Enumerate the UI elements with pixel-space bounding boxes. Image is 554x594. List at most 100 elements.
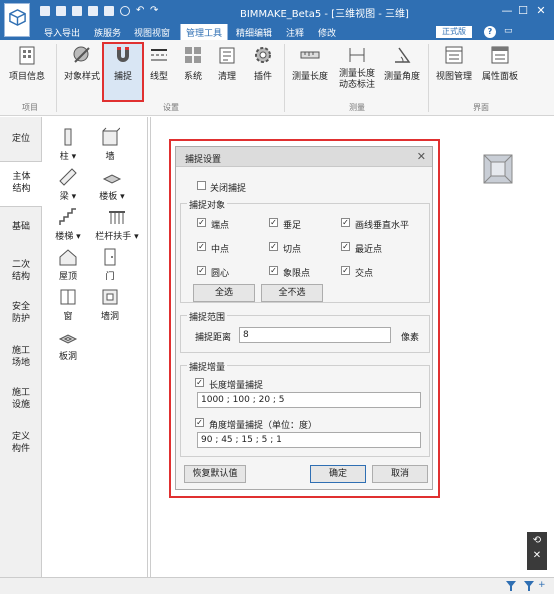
view-manager-button[interactable]: 视图管理	[434, 44, 474, 82]
center-checkbox[interactable]: ✓	[197, 266, 206, 275]
close-snap-checkbox[interactable]	[197, 181, 206, 190]
system-button[interactable]: 系统	[180, 44, 206, 82]
wall-button[interactable]: 墙	[92, 127, 128, 162]
menu-import-export[interactable]: 导入导出	[44, 26, 80, 39]
line-type-button[interactable]: 线型	[146, 44, 172, 82]
tab-construction-facility[interactable]: 施工 设施	[0, 387, 42, 411]
menu-view-window[interactable]: 视图视窗	[134, 26, 170, 39]
dimension-icon	[349, 48, 365, 62]
railing-button[interactable]: 栏杆扶手 ▾	[90, 207, 144, 242]
filter-icon[interactable]	[506, 581, 516, 591]
filter-selection-icon[interactable]	[524, 581, 534, 591]
open-file-icon[interactable]	[56, 6, 66, 16]
floor-button[interactable]: 楼板 ▾	[92, 167, 132, 202]
window-button[interactable]: 窗	[50, 287, 86, 322]
intersection-checkbox[interactable]: ✓	[341, 266, 350, 275]
tab-secondary-structure[interactable]: 二次 结构	[0, 259, 42, 283]
undo-icon[interactable]: ↶	[136, 6, 146, 16]
filter-plus-icon[interactable]: +	[538, 580, 546, 590]
tab-label: 构件	[11, 444, 30, 454]
quadrant-checkbox[interactable]: ✓	[269, 266, 278, 275]
tangent-checkbox[interactable]: ✓	[269, 242, 278, 251]
app-logo[interactable]	[4, 3, 30, 37]
tab-foundation[interactable]: 基础	[0, 221, 42, 233]
stop-icon[interactable]	[120, 6, 130, 16]
close-nav-icon[interactable]: ✕	[527, 546, 547, 561]
select-all-button[interactable]: 全选	[193, 284, 255, 302]
perpendicular-label: 垂足	[283, 221, 302, 231]
cancel-button[interactable]: 取消	[372, 465, 428, 483]
roof-icon	[59, 249, 77, 266]
snap-button[interactable]: 捕捉	[102, 42, 144, 102]
close-window-icon[interactable]: ✕	[534, 4, 548, 17]
angle-increment-input[interactable]: 90 ; 45 ; 15 ; 5 ; 1	[197, 432, 421, 448]
menu-fine-edit[interactable]: 精细编辑	[236, 26, 272, 39]
ribbon-label: 清理	[217, 72, 236, 82]
stairs-button[interactable]: 楼梯 ▾	[48, 207, 88, 242]
select-none-button[interactable]: 全不选	[261, 284, 323, 302]
nearest-checkbox[interactable]: ✓	[341, 242, 350, 251]
ribbon-separator	[284, 44, 285, 112]
save-icon[interactable]	[72, 6, 82, 16]
tab-label: 主体	[12, 172, 31, 182]
tab-custom-component[interactable]: 定义 构件	[0, 431, 42, 455]
tab-label: 防护	[11, 314, 30, 324]
measure-length-button[interactable]: 测量长度	[290, 44, 330, 82]
building-icon	[19, 46, 35, 65]
wall-opening-button[interactable]: 墙洞	[92, 287, 128, 322]
column-button[interactable]: 柱 ▾	[50, 127, 86, 162]
snap-distance-input[interactable]: 8	[239, 327, 391, 343]
new-file-icon[interactable]	[40, 6, 50, 16]
length-increment-checkbox[interactable]: ✓	[195, 378, 204, 387]
tab-construction-site[interactable]: 施工 场地	[0, 345, 42, 369]
component-label: 楼梯	[55, 232, 74, 242]
draw-orthogonal-checkbox[interactable]: ✓	[341, 218, 350, 227]
endpoint-checkbox[interactable]: ✓	[197, 218, 206, 227]
menu-annotation[interactable]: 注释	[286, 26, 304, 39]
redo-icon[interactable]: ↷	[150, 6, 160, 16]
maximize-icon[interactable]: ☐	[516, 4, 530, 17]
minimize-icon[interactable]: —	[500, 4, 514, 17]
length-increment-input[interactable]: 1000 ; 100 ; 20 ; 5	[197, 392, 421, 408]
group-label-project: 项目	[22, 103, 38, 112]
purge-button[interactable]: 清理	[214, 44, 240, 82]
export-icon[interactable]	[104, 6, 114, 16]
restore-defaults-button[interactable]: 恢复默认值	[184, 465, 246, 483]
menu-modify[interactable]: 修改	[318, 26, 336, 39]
view-manager-icon	[445, 46, 463, 64]
door-button[interactable]: 门	[92, 247, 128, 282]
perpendicular-checkbox[interactable]: ✓	[269, 218, 278, 227]
beam-button[interactable]: 梁 ▾	[50, 167, 86, 202]
nearest-label: 最近点	[355, 245, 383, 255]
menu-management-tools[interactable]: 管理工具	[180, 24, 229, 40]
plugin-button[interactable]: 插件	[250, 44, 276, 82]
status-bar: +	[0, 577, 554, 594]
tab-positioning[interactable]: 定位	[0, 133, 42, 145]
ok-button[interactable]: 确定	[310, 465, 366, 483]
column-icon	[64, 128, 72, 146]
beam-icon	[59, 168, 77, 186]
save-as-icon[interactable]	[88, 6, 98, 16]
tab-main-structure[interactable]: 主体 结构	[0, 161, 43, 207]
slab-opening-button[interactable]: 板洞	[50, 327, 86, 362]
tab-safety-protection[interactable]: 安全 防护	[0, 301, 42, 325]
measure-angle-button[interactable]: 测量角度	[382, 44, 422, 82]
intersection-label: 交点	[355, 269, 374, 279]
orbit-icon[interactable]: ⟲	[527, 532, 547, 546]
help-icon[interactable]: ?	[484, 26, 496, 38]
project-info-button[interactable]: 项目信息	[8, 44, 46, 82]
midpoint-checkbox[interactable]: ✓	[197, 242, 206, 251]
ruler-icon	[300, 51, 320, 59]
property-panel-button[interactable]: 属性面板	[480, 44, 520, 82]
roof-button[interactable]: 屋顶	[50, 247, 86, 282]
menu-family-service[interactable]: 族服务	[94, 26, 121, 39]
measure-dimension-button[interactable]: 测量长度 动态标注	[336, 44, 378, 91]
minimize-ribbon-icon[interactable]: ▭	[504, 26, 513, 36]
category-tabs: 定位 主体 结构 基础 二次 结构 安全 防护 施工 场地 施工 设施 定义 构…	[0, 117, 43, 577]
snap-increment-legend: 捕捉增量	[187, 360, 228, 373]
close-icon[interactable]: ✕	[417, 150, 426, 163]
ribbon-label: 测量长度	[338, 69, 375, 79]
view-cube-icon[interactable]	[482, 153, 514, 185]
object-style-button[interactable]: 对象样式	[62, 44, 102, 82]
angle-increment-checkbox[interactable]: ✓	[195, 418, 204, 427]
